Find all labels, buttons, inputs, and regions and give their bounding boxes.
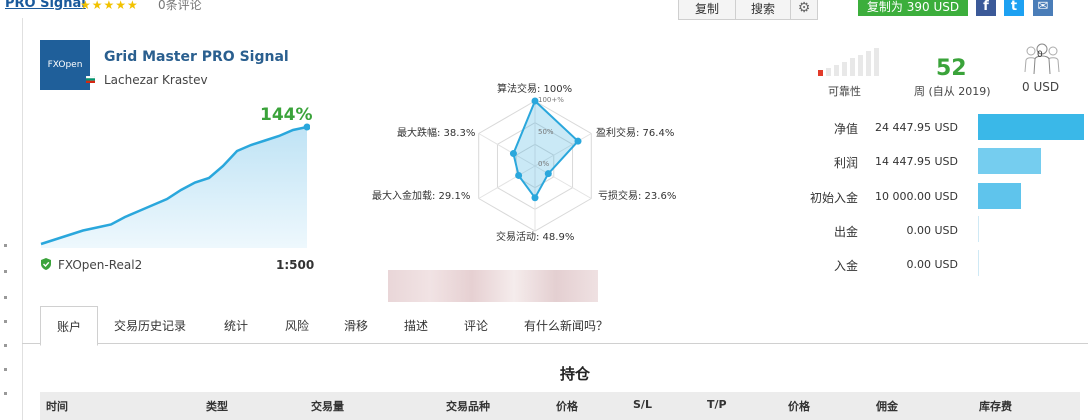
tab-statistics[interactable]: 统计 <box>224 317 248 334</box>
radar-point-交易活动 <box>531 194 539 202</box>
subscribers-count: 0 <box>1037 50 1043 60</box>
copy-button[interactable]: 复制 <box>678 0 736 20</box>
page-marker <box>4 270 7 273</box>
page-marker <box>4 392 7 395</box>
subscribers-label: 0 USD <box>1022 80 1060 94</box>
column-header-symbol[interactable]: 交易品种 <box>446 398 490 414</box>
radar-label-profit: 盈利交易: 76.4% <box>596 128 675 139</box>
column-header-commission[interactable]: 佣金 <box>876 398 898 414</box>
growth-chart <box>40 123 310 248</box>
author-name[interactable]: Lachezar Krastev <box>104 73 208 87</box>
finance-bar-profit <box>978 148 1041 174</box>
column-header-swap[interactable]: 库存费 <box>979 398 1012 414</box>
column-header-price[interactable]: 价格 <box>556 398 578 414</box>
tab-slippage[interactable]: 滑移 <box>344 317 368 334</box>
radar-label-loss: 亏损交易: 23.6% <box>598 191 677 202</box>
tabs-divider <box>22 343 1088 344</box>
gear-icon[interactable]: ⚙ <box>790 0 818 20</box>
reviews-count[interactable]: 0条评论 <box>158 0 202 13</box>
broker-server[interactable]: FXOpen-Real2 <box>58 258 142 272</box>
radar-shape <box>512 99 580 200</box>
radar-label-deposit-load: 最大入金加载: 29.1% <box>372 191 471 202</box>
radar-scale-mid: 50% <box>538 128 554 136</box>
finance-bar-initial <box>978 183 1021 209</box>
finance-bar-withdrawal <box>978 216 979 242</box>
tab-history[interactable]: 交易历史记录 <box>114 317 186 334</box>
page-marker <box>4 320 7 323</box>
finance-bar-deposit <box>978 250 979 276</box>
search-button[interactable]: 搜索 <box>735 0 791 20</box>
broker-logo: FXOpen <box>40 40 90 90</box>
finance-value-deposit: 0.00 USD <box>906 258 959 271</box>
radar-point-盈利交易 <box>574 137 582 145</box>
radar-label-drawdown: 最大跌幅: 38.3% <box>397 128 476 139</box>
radar-point-最大入金加载 <box>515 171 523 179</box>
twitter-icon[interactable]: t <box>1004 0 1024 16</box>
column-header-volume[interactable]: 交易量 <box>311 398 344 414</box>
tab-account[interactable]: 账户 <box>40 306 98 346</box>
page-marker <box>4 296 7 299</box>
column-header-tp[interactable]: T/P <box>707 398 727 411</box>
weeks-value: 52 <box>936 56 967 81</box>
radar-chart: 100+% 50% 0% <box>478 96 592 232</box>
chat-icon[interactable]: ✉ <box>1033 0 1053 16</box>
finance-value-equity: 24 447.95 USD <box>875 121 958 134</box>
facebook-icon[interactable]: f <box>976 0 996 16</box>
rating-stars: ★★★★★ <box>80 0 139 12</box>
column-header-time[interactable]: 时间 <box>46 398 68 414</box>
flag-icon <box>86 76 95 83</box>
page-marker <box>4 344 7 347</box>
page-title[interactable]: PRO Signal <box>5 0 86 11</box>
radar-point-最大跌幅 <box>509 150 517 158</box>
tab-risks[interactable]: 风险 <box>285 317 309 334</box>
tab-reviews[interactable]: 评论 <box>464 317 488 334</box>
left-divider <box>22 18 23 420</box>
column-header-price-current[interactable]: 价格 <box>788 398 810 414</box>
finance-value-profit: 14 447.95 USD <box>875 155 958 168</box>
radar-point-亏损交易 <box>544 170 552 178</box>
positions-title: 持仓 <box>559 365 590 383</box>
finance-value-initial: 10 000.00 USD <box>875 190 958 203</box>
radar-label-activity: 交易活动: 48.9% <box>496 232 575 243</box>
signal-title[interactable]: Grid Master PRO Signal <box>104 49 289 65</box>
growth-area <box>41 127 307 248</box>
tab-news[interactable]: 有什么新闻吗？ <box>524 317 608 334</box>
radar-scale-outer: 100+% <box>538 96 564 104</box>
weeks-label: 周 (自从 2019) <box>914 85 991 98</box>
finance-value-withdrawal: 0.00 USD <box>906 224 959 237</box>
verified-shield-icon <box>41 258 51 270</box>
column-header-sl[interactable]: S/L <box>633 398 652 411</box>
leverage-value: 1:500 <box>276 258 315 272</box>
copy-subscribe-button[interactable]: 复制为 390 USD <box>858 0 968 16</box>
finance-bar-equity <box>978 114 1084 140</box>
blurred-region <box>388 270 598 302</box>
radar-label-algo: 算法交易: 100% <box>497 84 573 95</box>
tab-description[interactable]: 描述 <box>404 317 428 334</box>
reliability-bars <box>818 48 879 76</box>
radar-scale-inner: 0% <box>538 160 549 168</box>
page-marker <box>4 244 7 247</box>
reliability-label: 可靠性 <box>828 85 861 98</box>
column-header-type[interactable]: 类型 <box>206 398 228 414</box>
